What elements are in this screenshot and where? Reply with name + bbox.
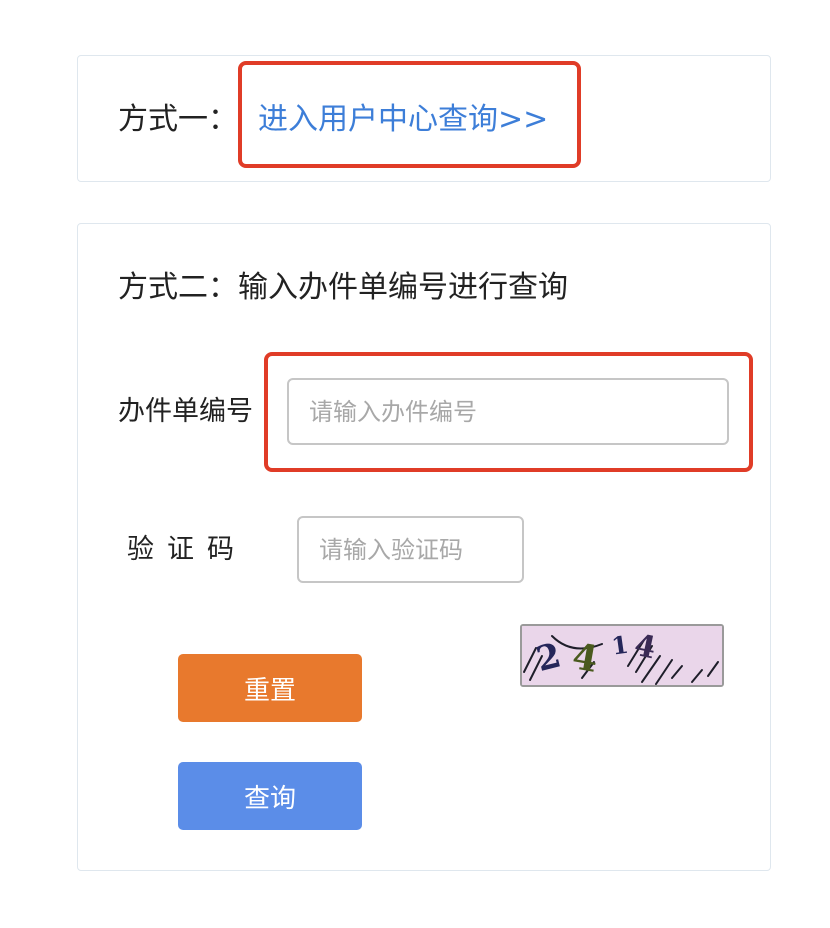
captcha-graphic: 2 4 1 4 <box>522 626 722 685</box>
user-center-query-link[interactable]: 进入用户中心查询>> <box>258 100 548 140</box>
order-number-input[interactable] <box>287 378 729 445</box>
captcha-image[interactable]: 2 4 1 4 <box>520 624 724 687</box>
captcha-label: 验证码 <box>127 534 247 565</box>
captcha-input[interactable] <box>297 516 524 583</box>
method1-label: 方式一： <box>118 102 238 137</box>
query-button[interactable]: 查询 <box>178 762 362 830</box>
method2-title: 方式二：输入办件单编号进行查询 <box>118 270 568 305</box>
order-number-label: 办件单编号 <box>118 396 253 427</box>
reset-button[interactable]: 重置 <box>178 654 362 722</box>
